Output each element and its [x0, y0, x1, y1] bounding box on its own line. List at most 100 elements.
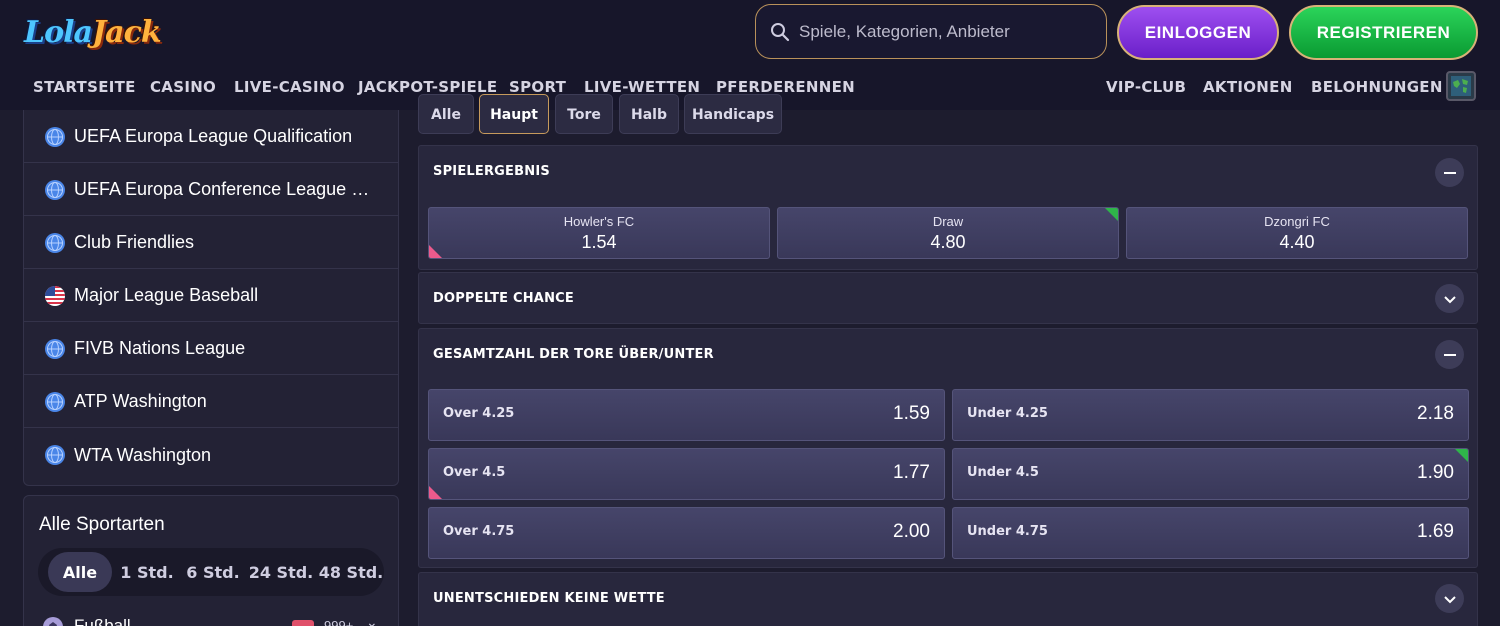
expand-toggle[interactable] — [1435, 584, 1464, 613]
odd-label: Draw — [932, 214, 964, 229]
market-title: GESAMTZAHL DER TORE ÜBER/UNTER — [433, 347, 714, 362]
tab-haupt[interactable]: Haupt — [479, 94, 549, 134]
tab-handicaps[interactable]: Handicaps — [684, 94, 782, 134]
nav-live-casino[interactable]: LIVE-CASINO — [234, 78, 345, 96]
live-badge — [292, 620, 314, 626]
logo-jack: Jack — [91, 15, 162, 50]
league-label: UEFA Europa Conference League Qualificat… — [74, 179, 374, 199]
odd-value: 1.77 — [893, 462, 930, 483]
all-sports-panel: Alle Sportarten Alle 1 Std. 6 Std. 24 St… — [23, 495, 399, 626]
market-total-goals: GESAMTZAHL DER TORE ÜBER/UNTER Over 4.25… — [418, 328, 1478, 568]
odd-button-away[interactable]: Dzongri FC 4.40 — [1126, 207, 1468, 259]
league-item[interactable]: FIVB Nations League — [24, 323, 398, 375]
minus-icon — [1443, 171, 1456, 174]
odds-down-indicator — [429, 486, 442, 499]
odd-label: Under 4.25 — [967, 406, 1048, 421]
time-filter-24h[interactable]: 24 Std. — [246, 552, 316, 592]
odd-value: 1.59 — [893, 403, 930, 424]
league-item[interactable]: ATP Washington — [24, 376, 398, 428]
nav-vip-club[interactable]: VIP-CLUB — [1106, 78, 1186, 96]
globe-icon — [45, 179, 65, 200]
odd-button-home[interactable]: Howler's FC 1.54 — [428, 207, 770, 259]
odd-label: Over 4.25 — [443, 406, 515, 421]
odd-label: Under 4.5 — [967, 465, 1039, 480]
odd-value: 2.00 — [893, 521, 930, 542]
search-input[interactable] — [799, 21, 1089, 42]
league-label: UEFA Europa League Qualification — [74, 126, 353, 146]
market-spielergebnis: SPIELERGEBNIS Howler's FC 1.54 Draw 4.80… — [418, 145, 1478, 270]
league-item[interactable]: UEFA Europa League Qualification — [24, 111, 398, 163]
lolajack-logo[interactable]: LolaJack — [24, 8, 162, 58]
tab-alle[interactable]: Alle — [418, 94, 474, 134]
globe-icon — [45, 338, 65, 359]
league-list: UEFA Europa League Qualification UEFA Eu… — [23, 110, 399, 486]
odd-button-draw[interactable]: Draw 4.80 — [777, 207, 1119, 259]
league-label: Club Friendlies — [74, 232, 195, 252]
us-flag-icon — [45, 285, 65, 306]
time-filter-1h[interactable]: 1 Std. — [116, 552, 178, 592]
odd-button-over[interactable]: Over 4.25 1.59 — [428, 389, 945, 441]
league-item[interactable]: UEFA Europa Conference League Qualificat… — [24, 164, 398, 216]
time-filter-6h[interactable]: 6 Std. — [182, 552, 244, 592]
register-button[interactable]: REGISTRIEREN — [1289, 5, 1478, 60]
odd-label: Howler's FC — [563, 214, 635, 229]
market-title: SPIELERGEBNIS — [433, 164, 550, 179]
minus-icon — [1443, 353, 1456, 356]
chevron-down-icon — [1443, 295, 1456, 303]
odd-label: Under 4.75 — [967, 524, 1048, 539]
market-doppelte-chance[interactable]: DOPPELTE CHANCE — [418, 272, 1478, 324]
nav-casino[interactable]: CASINO — [150, 78, 216, 96]
nav-startseite[interactable]: STARTSEITE — [33, 78, 136, 96]
chevron-down-icon[interactable]: ⌄ — [366, 614, 378, 626]
league-label: WTA Washington — [74, 444, 212, 465]
market-title: DOPPELTE CHANCE — [433, 291, 574, 306]
time-filter-alle[interactable]: Alle — [48, 552, 112, 592]
collapse-toggle[interactable] — [1435, 340, 1464, 369]
language-selector[interactable] — [1446, 71, 1476, 101]
all-sports-title: Alle Sportarten — [39, 514, 165, 535]
globe-icon — [45, 232, 65, 253]
globe-icon — [45, 126, 65, 147]
odd-button-under[interactable]: Under 4.25 2.18 — [952, 389, 1469, 441]
tab-halb[interactable]: Halb — [619, 94, 679, 134]
odd-value: 4.40 — [1279, 232, 1315, 252]
odd-value: 1.90 — [1417, 462, 1454, 483]
login-button[interactable]: EINLOGGEN — [1117, 5, 1279, 60]
chevron-down-icon — [1443, 595, 1456, 603]
nav-belohnungen[interactable]: BELOHNUNGEN — [1311, 78, 1443, 96]
globe-icon — [45, 391, 65, 412]
odds-down-indicator — [429, 245, 442, 258]
time-filter-48h[interactable]: 48 Std. — [316, 552, 386, 592]
odds-up-indicator — [1455, 449, 1468, 462]
odd-button-under[interactable]: Under 4.5 1.90 — [952, 448, 1469, 500]
logo-lola: Lola — [24, 15, 93, 50]
market-title: UNENTSCHIEDEN KEINE WETTE — [433, 591, 665, 606]
league-item[interactable]: WTA Washington — [24, 429, 398, 481]
nav-aktionen[interactable]: AKTIONEN — [1203, 78, 1293, 96]
league-label: FIVB Nations League — [74, 338, 246, 358]
odd-label: Over 4.75 — [443, 524, 515, 539]
sport-row-football[interactable]: Fußball 999+ ⌄ — [42, 614, 382, 626]
odd-button-under[interactable]: Under 4.75 1.69 — [952, 507, 1469, 559]
collapse-toggle[interactable] — [1435, 158, 1464, 187]
league-label: ATP Washington — [74, 391, 207, 411]
odd-label: Over 4.5 — [443, 465, 506, 480]
odd-value: 1.54 — [581, 232, 617, 252]
globe-icon — [45, 445, 65, 465]
odd-button-over[interactable]: Over 4.5 1.77 — [428, 448, 945, 500]
league-item[interactable]: Major League Baseball — [24, 270, 398, 322]
time-filter: Alle 1 Std. 6 Std. 24 Std. 48 Std. — [38, 548, 384, 596]
expand-toggle[interactable] — [1435, 284, 1464, 313]
football-icon — [43, 617, 63, 626]
sport-count: 999+ — [324, 618, 354, 626]
odd-value: 1.69 — [1417, 521, 1454, 542]
market-draw-no-bet[interactable]: UNENTSCHIEDEN KEINE WETTE — [418, 572, 1478, 626]
odd-value: 2.18 — [1417, 403, 1454, 424]
odd-button-over[interactable]: Over 4.75 2.00 — [428, 507, 945, 559]
search-bar[interactable] — [755, 4, 1107, 59]
odd-label: Dzongri FC — [1264, 214, 1330, 229]
search-icon — [771, 22, 790, 41]
league-item[interactable]: Club Friendlies — [24, 217, 398, 269]
tab-tore[interactable]: Tore — [555, 94, 613, 134]
odds-up-indicator — [1105, 208, 1118, 221]
